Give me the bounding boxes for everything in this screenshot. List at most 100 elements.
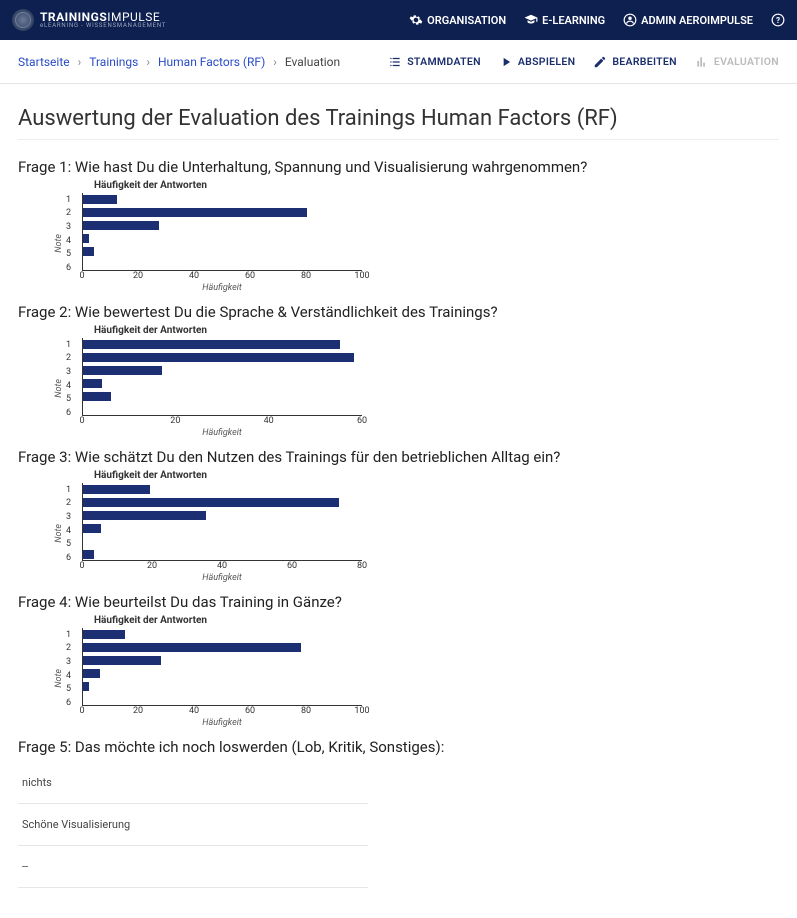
comments-list: nichts Schöne Visualisierung --: [18, 762, 779, 888]
chart-bar: [83, 643, 301, 652]
chart-yaxis: 123456: [66, 628, 71, 710]
chart-plot: [82, 338, 362, 416]
chart-bar: [83, 392, 111, 401]
nav-admin-user[interactable]: ADMIN AEROIMPULSE: [623, 13, 753, 27]
logo[interactable]: TRAININGSIMPULSE eLEARNING - WISSENSMANA…: [12, 9, 166, 31]
nav-organisation-label: ORGANISATION: [427, 14, 506, 27]
graduation-cap-icon: [524, 13, 538, 27]
chart-3: Häufigkeit der Antworten Note123456 020406…: [54, 470, 779, 583]
chart-title: Häufigkeit der Antworten: [94, 180, 779, 191]
page-title: Auswertung der Evaluation des Trainings …: [18, 106, 779, 131]
page-actions: STAMMDATEN ABSPIELEN BEARBEITEN EVALUATI…: [388, 55, 779, 69]
action-stammdaten-label: STAMMDATEN: [407, 55, 481, 68]
breadcrumb-item-trainings[interactable]: Trainings: [89, 55, 138, 69]
chart-title: Häufigkeit der Antworten: [94, 470, 779, 481]
breadcrumb-item-evaluation: Evaluation: [285, 55, 340, 69]
logo-icon: [12, 9, 34, 31]
nav-admin-label: ADMIN AEROIMPULSE: [641, 14, 753, 27]
chart-xlabel: Häufigkeit: [82, 573, 362, 583]
chart-bar: [83, 234, 89, 243]
action-abspielen-label: ABSPIELEN: [518, 55, 576, 68]
chart-xlabel: Häufigkeit: [82, 718, 362, 728]
title-separator: [18, 139, 779, 140]
gear-icon: [409, 13, 423, 27]
breadcrumb: Startseite › Trainings › Human Factors (…: [18, 55, 340, 69]
top-nav: ORGANISATION E-LEARNING ADMIN AEROIMPULS…: [409, 13, 785, 27]
help-icon: ?: [771, 13, 785, 27]
action-bearbeiten-label: BEARBEITEN: [612, 55, 677, 68]
chart-yaxis: 123456: [66, 193, 71, 275]
chart-2: Häufigkeit der Antworten Note123456 020406…: [54, 325, 779, 438]
chart-xlabel: Häufigkeit: [82, 428, 362, 438]
chart-yaxis: 123456: [66, 483, 71, 565]
chart-plot: [82, 483, 362, 561]
chart-title: Häufigkeit der Antworten: [94, 615, 779, 626]
nav-elearning-label: E-LEARNING: [542, 14, 605, 27]
comment-item: Schöne Visualisierung: [18, 804, 368, 846]
logo-subtitle: eLEARNING - WISSENSMANAGEMENT: [40, 23, 166, 29]
breadcrumb-sep: ›: [144, 55, 152, 69]
svg-text:?: ?: [776, 15, 780, 25]
nav-elearning[interactable]: E-LEARNING: [524, 13, 605, 27]
chart-bar: [83, 353, 354, 362]
play-icon: [499, 55, 513, 69]
chart-bar: [83, 656, 161, 665]
comment-item: nichts: [18, 762, 368, 804]
chart-bar: [83, 630, 125, 639]
chart-xaxis: 020406080100: [82, 706, 362, 718]
breadcrumb-sep: ›: [271, 55, 279, 69]
pencil-icon: [593, 55, 607, 69]
user-circle-icon: [623, 13, 637, 27]
chart-ylabel: Note: [54, 524, 64, 543]
chart-1: Häufigkeit der Antworten Note123456 020406…: [54, 180, 779, 293]
chart-plot: [82, 193, 362, 271]
action-bearbeiten[interactable]: BEARBEITEN: [593, 55, 677, 69]
chart-bar: [83, 208, 307, 217]
breadcrumb-item-human-factors[interactable]: Human Factors (RF): [158, 55, 265, 69]
breadcrumb-sep: ›: [76, 55, 84, 69]
action-abspielen[interactable]: ABSPIELEN: [499, 55, 576, 69]
chart-bar: [83, 340, 340, 349]
chart-xaxis: 020406080: [82, 561, 362, 573]
question-4-label: Frage 4: Wie beurteilst Du das Training …: [18, 593, 779, 611]
chart-yaxis: 123456: [66, 338, 71, 420]
chart-bar: [83, 379, 102, 388]
chart-bar: [83, 247, 94, 256]
list-icon: [388, 55, 402, 69]
main-content: Auswertung der Evaluation des Trainings …: [0, 84, 797, 918]
question-1-label: Frage 1: Wie hast Du die Unterhaltung, S…: [18, 158, 779, 176]
action-evaluation: EVALUATION: [695, 55, 779, 69]
chart-4: Häufigkeit der Antworten Note123456 020406…: [54, 615, 779, 728]
second-bar: Startseite › Trainings › Human Factors (…: [0, 40, 797, 84]
chart-icon: [695, 55, 709, 69]
chart-bar: [83, 366, 162, 375]
nav-organisation[interactable]: ORGANISATION: [409, 13, 506, 27]
chart-bar: [83, 511, 206, 520]
nav-help[interactable]: ?: [771, 13, 785, 27]
chart-xaxis: 0204060: [82, 416, 362, 428]
chart-bar: [83, 221, 159, 230]
chart-xlabel: Häufigkeit: [82, 283, 362, 293]
chart-ylabel: Note: [54, 669, 64, 688]
logo-text: TRAININGSIMPULSE eLEARNING - WISSENSMANA…: [40, 11, 166, 29]
chart-xaxis: 020406080100: [82, 271, 362, 283]
chart-bar: [83, 195, 117, 204]
chart-ylabel: Note: [54, 379, 64, 398]
chart-bar: [83, 682, 89, 691]
chart-plot: [82, 628, 362, 706]
question-3-label: Frage 3: Wie schätzt Du den Nutzen des T…: [18, 448, 779, 466]
chart-bar: [83, 524, 101, 533]
chart-bar: [83, 485, 150, 494]
chart-bar: [83, 550, 94, 559]
action-stammdaten[interactable]: STAMMDATEN: [388, 55, 481, 69]
top-bar: TRAININGSIMPULSE eLEARNING - WISSENSMANA…: [0, 0, 797, 40]
question-2-label: Frage 2: Wie bewertest Du die Sprache & …: [18, 303, 779, 321]
chart-bar: [83, 669, 100, 678]
action-evaluation-label: EVALUATION: [714, 55, 779, 68]
chart-title: Häufigkeit der Antworten: [94, 325, 779, 336]
breadcrumb-item-startseite[interactable]: Startseite: [18, 55, 70, 69]
chart-ylabel: Note: [54, 234, 64, 253]
question-5-label: Frage 5: Das möchte ich noch loswerden (…: [18, 738, 779, 756]
comment-item: --: [18, 846, 368, 888]
chart-bar: [83, 498, 339, 507]
